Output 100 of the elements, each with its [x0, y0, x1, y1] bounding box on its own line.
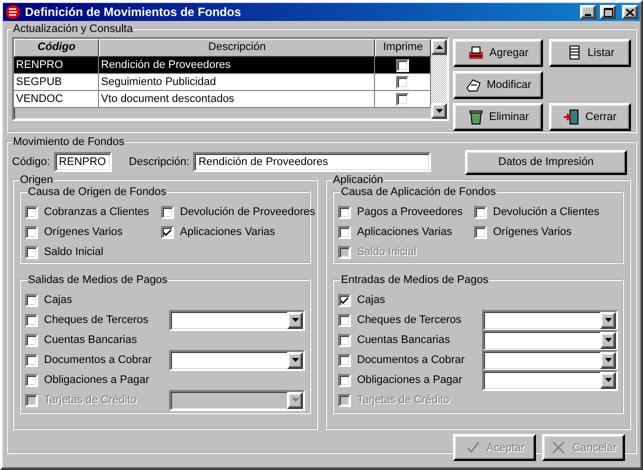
column-header[interactable]: Descripción: [99, 39, 375, 57]
checkbox[interactable]: [338, 374, 351, 386]
checkbox-label: Cobranzas a Clientes: [44, 206, 150, 218]
app-logo-icon: [5, 4, 21, 20]
table-cell: RENPRO: [14, 57, 99, 74]
action-button[interactable]: Cerrar: [549, 103, 631, 131]
checkbox-label: Saldo Inicial: [44, 246, 104, 258]
checkbox-label: Cuentas Bancarias: [357, 334, 450, 346]
window-title: Definición de Movimientos de Fondos: [25, 5, 242, 19]
group-title: Origen: [19, 174, 54, 186]
down-arrow-icon: [604, 378, 612, 382]
dropdown[interactable]: [169, 390, 305, 410]
checkbox-label: Orígenes Varios: [493, 226, 572, 238]
checkbox-label: Saldo Inicial: [357, 246, 416, 258]
checkbox-label: Devolución a Clientes: [493, 206, 600, 218]
checkbox-label: Documentos a Cobrar: [357, 354, 465, 366]
checkbox[interactable]: [25, 334, 38, 346]
group-title: Causa de Origen de Fondos: [27, 186, 168, 198]
down-arrow-icon: [292, 398, 298, 402]
checkbox-label: Cheques de Terceros: [357, 314, 462, 326]
checkbox[interactable]: [25, 354, 38, 366]
maximize-icon: [604, 8, 612, 16]
printer-icon: [467, 44, 486, 62]
close-button[interactable]: [622, 5, 638, 19]
checkbox-label: Pagos a Proveedores: [357, 206, 463, 218]
checkbox[interactable]: [25, 246, 38, 258]
dropdown[interactable]: [482, 310, 618, 330]
action-button[interactable]: Listar: [549, 39, 631, 67]
group-title: Causa de Aplicación de Fondos: [340, 186, 497, 198]
checkbox-label: Cajas: [357, 294, 386, 306]
door-icon: [563, 108, 582, 126]
dropdown[interactable]: [169, 310, 305, 330]
up-arrow-icon: [436, 45, 442, 49]
checkbox-label: Documentos a Cobrar: [44, 354, 152, 366]
checkbox-label: Tarjetas de Crédito: [357, 394, 450, 406]
dropdown[interactable]: [482, 370, 618, 390]
dropdown[interactable]: [169, 350, 305, 370]
field-label: Código:: [12, 156, 50, 168]
checkbox-label: Cheques de Terceros: [44, 314, 148, 326]
action-button[interactable]: Agregar: [453, 39, 543, 67]
table-cell: VENDOC: [14, 91, 99, 108]
field-label: Descripción:: [128, 156, 190, 168]
checkbox[interactable]: [396, 92, 409, 106]
checkbox[interactable]: [474, 206, 487, 218]
checkbox-label: Cajas: [44, 294, 72, 306]
checkbox[interactable]: [338, 226, 351, 238]
checkbox[interactable]: [396, 76, 409, 88]
data-grid[interactable]: Código Descripción Imprime RENPRO Rendición de Proveedores SEGPUB Seguimiento Publicidad VENDOC Vto document descontados: [12, 37, 449, 121]
checkbox[interactable]: [338, 354, 351, 366]
dropdown[interactable]: [482, 350, 618, 370]
checkbox-label: Aplicaciones Varias: [357, 226, 452, 238]
checkbox[interactable]: [161, 226, 174, 238]
checkbox-label: Obligaciones a Pagar: [357, 374, 462, 386]
scrollbar[interactable]: [431, 39, 447, 119]
down-arrow-icon: [292, 318, 298, 322]
checkbox-label: Cuentas Bancarias: [44, 334, 137, 346]
checkbox[interactable]: [25, 206, 38, 218]
checkbox[interactable]: [338, 334, 351, 346]
checkbox[interactable]: [338, 294, 351, 306]
checkbox[interactable]: [25, 226, 38, 238]
down-arrow-icon: [604, 318, 612, 322]
checkbox-label: Obligaciones a Pagar: [44, 374, 150, 386]
group-title: Entradas de Medios de Pagos: [340, 274, 490, 286]
checkbox-label: Orígenes Varios: [44, 226, 123, 238]
table-cell: Seguimiento Publicidad: [99, 74, 375, 91]
action-button[interactable]: Modificar: [453, 71, 543, 99]
checkbox[interactable]: [161, 206, 174, 218]
code-field[interactable]: RENPRO: [54, 152, 112, 172]
column-header[interactable]: Código: [14, 39, 99, 57]
checkmark-icon: [164, 228, 171, 236]
print-data-button[interactable]: Datos de Impresión: [465, 150, 627, 174]
checkbox-label: Aplicaciones Varias: [180, 226, 276, 238]
dropdown[interactable]: [482, 330, 618, 350]
checkbox[interactable]: [474, 226, 487, 238]
checkbox[interactable]: [25, 294, 38, 306]
checkbox[interactable]: [25, 314, 38, 326]
trash-icon: [467, 108, 486, 126]
action-button[interactable]: Eliminar: [453, 103, 543, 131]
checkbox[interactable]: [396, 58, 409, 72]
checkbox[interactable]: [338, 206, 351, 218]
down-arrow-icon: [292, 358, 298, 362]
group-title: Movimiento de Fondos: [12, 136, 126, 148]
minimize-button[interactable]: [580, 5, 596, 19]
column-header[interactable]: Imprime: [375, 39, 431, 57]
table-cell: Rendición de Proveedores: [99, 57, 375, 74]
group-title: Aplicación: [332, 174, 384, 186]
checkbox-label: Devolución de Proveedores: [180, 206, 316, 218]
down-arrow-icon: [604, 338, 612, 342]
checkmark-icon: [341, 296, 348, 304]
table-cell: Vto document descontados: [99, 91, 375, 108]
down-arrow-icon: [604, 358, 612, 362]
description-field[interactable]: Rendición de Proveedores: [193, 152, 432, 172]
group-title: Actualización y Consulta: [12, 23, 134, 35]
maximize-button[interactable]: [600, 5, 616, 19]
close-icon: [626, 8, 634, 16]
checkbox[interactable]: [338, 314, 351, 326]
group-title: Salidas de Medios de Pagos: [27, 274, 168, 286]
table-cell: SEGPUB: [14, 74, 99, 91]
checkbox[interactable]: [25, 374, 38, 386]
checkbox-label: Tarjetas de Crédito: [44, 394, 136, 406]
